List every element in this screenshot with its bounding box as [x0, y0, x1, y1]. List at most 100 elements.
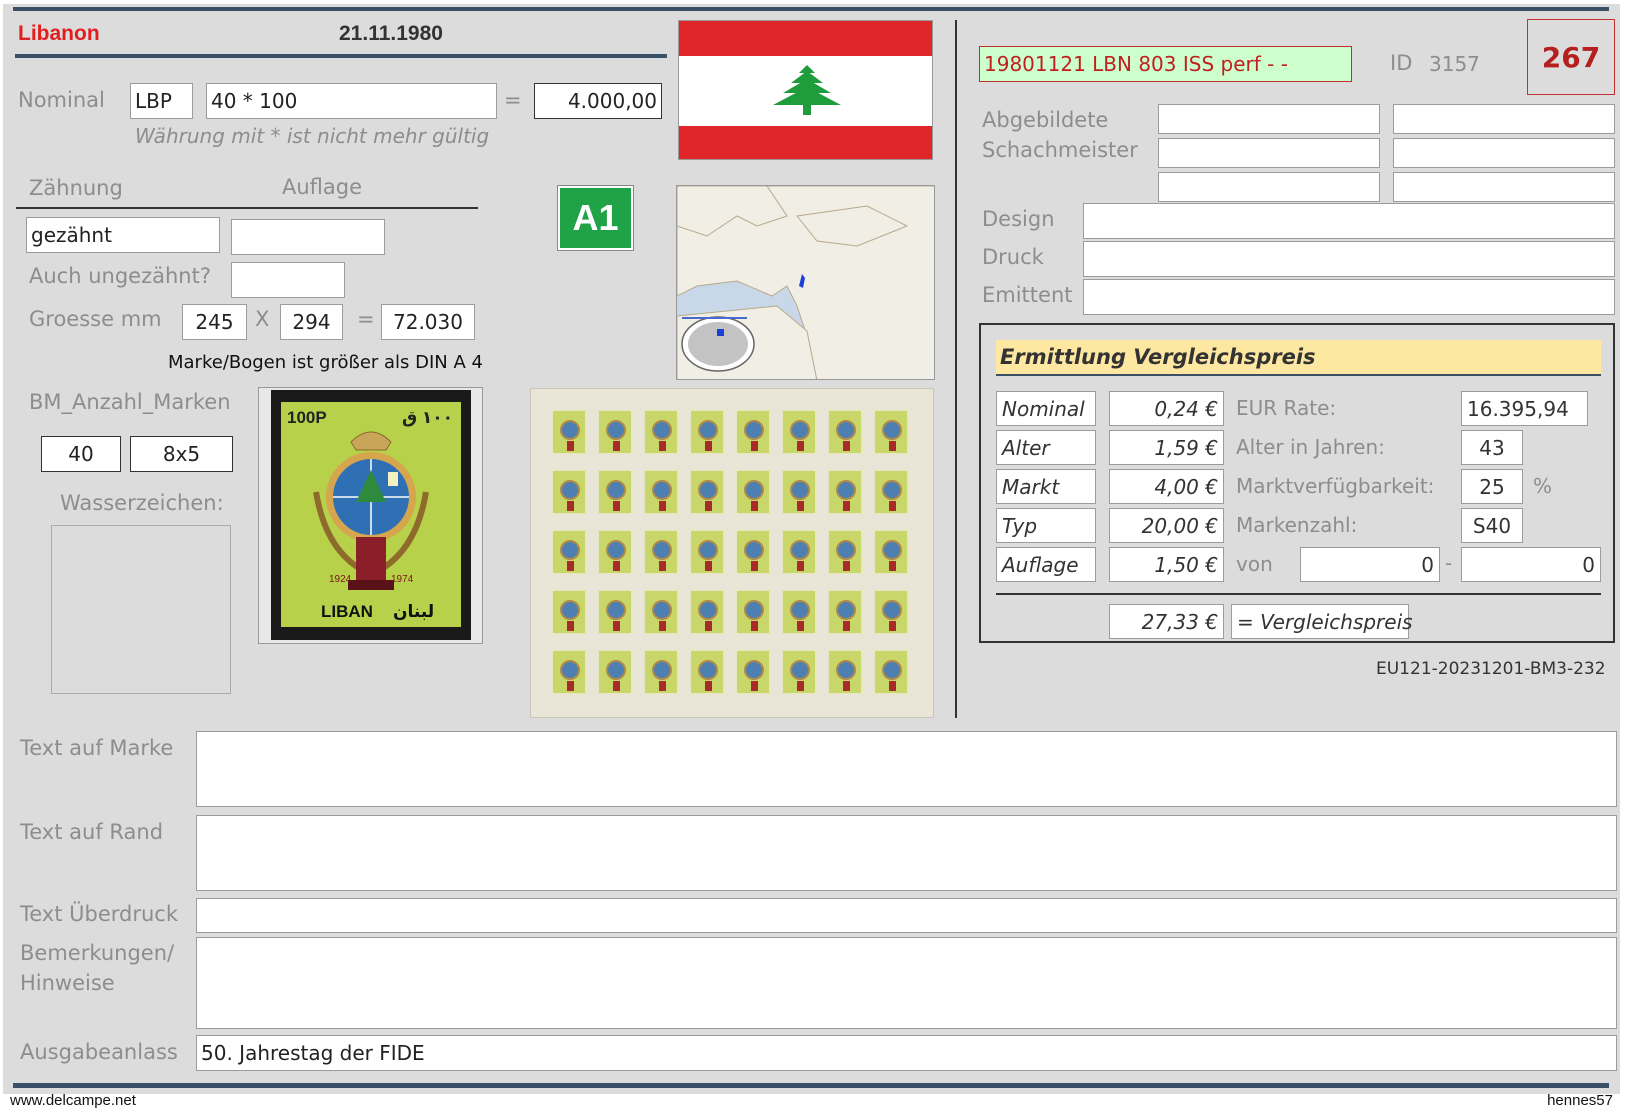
- imperf-label: Auch ungezähnt?: [29, 264, 211, 288]
- sheet-stamp: [827, 649, 863, 695]
- catalog-number: 267: [1527, 19, 1615, 95]
- stamp-image: 100P ١٠٠ ق 1924 1974 LIBAN لبنان: [271, 390, 471, 640]
- price-value-typ[interactable]: 20,00 €: [1109, 508, 1224, 543]
- id-label: ID: [1390, 51, 1413, 75]
- sheet-stamp: [827, 409, 863, 455]
- price-value-alter[interactable]: 1,59 €: [1109, 430, 1224, 465]
- issue-date: 21.11.1980: [339, 22, 443, 45]
- stamp-year-right: 1974: [391, 574, 414, 585]
- comparison-price-field[interactable]: 27,33 €: [1109, 604, 1224, 639]
- bemerkungen-label-line1: Bemerkungen/: [20, 941, 175, 965]
- price-panel-title: Ermittlung Vergleichspreis: [996, 340, 1601, 376]
- sheet-stamp: [735, 649, 771, 695]
- sheet-stamp: [689, 409, 725, 455]
- text-ueberdruck-field[interactable]: [196, 898, 1617, 933]
- sheet-stamp: [597, 469, 633, 515]
- id-value: 3157: [1429, 52, 1480, 76]
- stamp-year-left: 1924: [329, 574, 352, 585]
- price-total-divider: [996, 593, 1601, 595]
- percent-sign: %: [1533, 474, 1553, 498]
- price-label-markt: Markt: [996, 469, 1096, 504]
- age-field[interactable]: 43: [1461, 430, 1523, 465]
- comparison-price-label: = Vergleichspreis: [1231, 604, 1413, 639]
- age-label: Alter in Jahren:: [1236, 435, 1385, 459]
- text-ueberdruck-label: Text Überdruck: [20, 902, 179, 926]
- person-field-1[interactable]: [1158, 104, 1380, 134]
- price-panel: Ermittlung Vergleichspreis Nominal 0,24 …: [979, 323, 1615, 643]
- design-label: Design: [982, 207, 1055, 231]
- sheet-count-label: BM_Anzahl_Marken: [29, 390, 231, 414]
- range-from-field[interactable]: 0: [1300, 547, 1440, 582]
- sheet-stamp: [873, 649, 909, 695]
- price-value-auflage[interactable]: 1,50 €: [1109, 547, 1224, 582]
- rating-badge: A1: [557, 185, 634, 251]
- nominal-expression-field[interactable]: 40 * 100: [206, 83, 497, 119]
- person-field-4[interactable]: [1393, 138, 1615, 168]
- sheet-layout-field[interactable]: 8x5: [130, 436, 233, 472]
- person-field-6[interactable]: [1393, 172, 1615, 202]
- market-availability-label: Marktverfügbarkeit:: [1236, 474, 1435, 498]
- von-label: von: [1236, 552, 1273, 576]
- stamp-count-field[interactable]: S40: [1461, 508, 1523, 543]
- sheet-stamp: [597, 649, 633, 695]
- text-marke-label: Text auf Marke: [20, 736, 174, 760]
- sheet-stamp: [597, 409, 633, 455]
- person-field-3[interactable]: [1158, 138, 1380, 168]
- map-graphic: [677, 186, 934, 379]
- zaehnung-field[interactable]: gezähnt: [26, 217, 220, 253]
- currency-field[interactable]: LBP: [130, 83, 193, 119]
- sheet-stamp: [689, 649, 725, 695]
- sheet-stamp: [643, 589, 679, 635]
- druck-label: Druck: [982, 245, 1044, 269]
- header-divider: [15, 54, 667, 58]
- druck-field[interactable]: [1083, 241, 1615, 277]
- price-value-markt[interactable]: 4,00 €: [1109, 469, 1224, 504]
- sheet-count-field[interactable]: 40: [41, 436, 121, 472]
- auflage-field[interactable]: [231, 219, 385, 255]
- sheet-stamp: [873, 529, 909, 575]
- sheet-stamp: [735, 589, 771, 635]
- design-field[interactable]: [1083, 203, 1615, 239]
- size-area-field[interactable]: 72.030: [381, 304, 475, 340]
- sheet-stamp: [873, 589, 909, 635]
- watermark-box[interactable]: [51, 525, 231, 694]
- emittent-field[interactable]: [1083, 279, 1615, 315]
- size-equals: =: [357, 307, 375, 331]
- sheet-stamp: [873, 469, 909, 515]
- person-field-5[interactable]: [1158, 172, 1380, 202]
- emittent-label: Emittent: [982, 283, 1073, 307]
- ausgabeanlass-field[interactable]: 50. Jahrestag der FIDE: [196, 1035, 1617, 1071]
- size-height-field[interactable]: 294: [280, 304, 343, 340]
- catalog-code-field[interactable]: 19801121 LBN 803 ISS perf - -: [979, 46, 1352, 82]
- lebanon-flag: [678, 20, 933, 160]
- perforation-divider: [16, 207, 478, 209]
- country-name: Libanon: [18, 22, 100, 45]
- nominal-label: Nominal: [18, 88, 105, 112]
- eur-rate-label: EUR Rate:: [1236, 396, 1337, 420]
- person-field-2[interactable]: [1393, 104, 1615, 134]
- stamp-record-form: Libanon 21.11.1980 Nominal LBP 40 * 100 …: [3, 4, 1620, 1094]
- sheet-stamp: [643, 469, 679, 515]
- chess-globe-icon: [313, 431, 429, 590]
- bottom-divider: [13, 1083, 1609, 1088]
- price-value-nominal[interactable]: 0,24 €: [1109, 391, 1224, 426]
- zaehnung-label: Zähnung: [29, 176, 123, 200]
- size-label: Groesse mm: [29, 307, 162, 331]
- bemerkungen-field[interactable]: [196, 937, 1617, 1029]
- eur-rate-field[interactable]: 16.395,94: [1461, 391, 1588, 426]
- size-times: X: [255, 307, 270, 331]
- text-rand-field[interactable]: [196, 815, 1617, 891]
- sheet-stamp: [551, 529, 587, 575]
- range-to-field[interactable]: 0: [1461, 547, 1601, 582]
- nominal-result-field[interactable]: 4.000,00: [534, 83, 662, 119]
- stamp-sheet-image: [530, 388, 934, 718]
- market-availability-field[interactable]: 25: [1461, 469, 1523, 504]
- sheet-stamp: [827, 589, 863, 635]
- size-width-field[interactable]: 245: [182, 304, 247, 340]
- text-marke-field[interactable]: [196, 731, 1617, 807]
- top-divider: [13, 7, 1609, 11]
- ausgabeanlass-label: Ausgabeanlass: [20, 1040, 178, 1064]
- abgebildete-label: Abgebildete: [982, 108, 1109, 132]
- sheet-stamp: [551, 469, 587, 515]
- imperf-field[interactable]: [231, 262, 345, 298]
